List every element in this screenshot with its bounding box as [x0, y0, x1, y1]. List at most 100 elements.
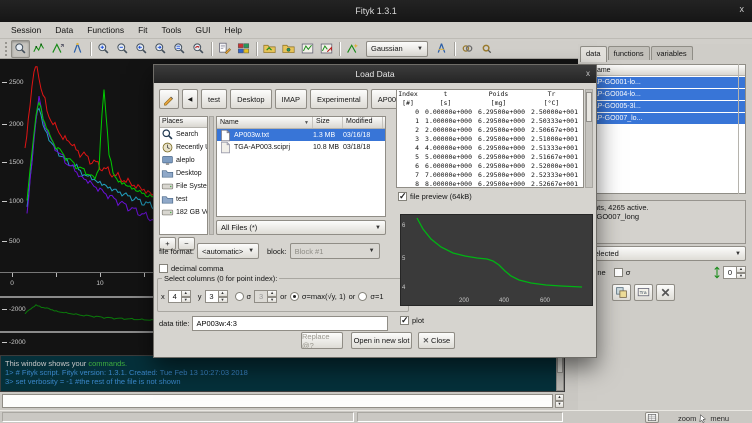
script-editor-button[interactable] [215, 40, 234, 58]
add-function-mode-button[interactable] [68, 40, 87, 58]
path-button-desktop[interactable]: Desktop [230, 89, 272, 109]
auto-add-peak-button[interactable] [343, 40, 362, 58]
copy-data-button[interactable] [612, 284, 631, 301]
x-column-stepper[interactable]: 4▲▼ [168, 290, 191, 303]
file-filter-dropdown[interactable]: All Files (*)▼ [216, 220, 386, 235]
places-scrollbar[interactable] [209, 116, 214, 235]
dialog-close-button[interactable]: x [586, 69, 590, 78]
path-button-experimental[interactable]: Experimental [310, 89, 368, 109]
place-test[interactable]: test [160, 193, 207, 206]
open-in-new-slot-button[interactable]: Open in new slot [351, 332, 412, 349]
preview-table-scrollbar[interactable] [585, 89, 593, 188]
command-console[interactable]: This window shows your commands.1> # Fit… [0, 355, 565, 392]
preview-table[interactable]: IndextPoidsTr [#][s][mg][°C] 00.00000e+0… [396, 89, 584, 188]
zoom-in-button[interactable] [94, 40, 113, 58]
dataset-row[interactable]: AP-GO007_lo... [581, 113, 745, 124]
menu-tools[interactable]: Tools [155, 23, 189, 37]
decimal-comma-checkbox[interactable] [159, 264, 168, 273]
preview-plot[interactable]: 654200400600 [400, 214, 593, 306]
column-size[interactable]: Size [313, 117, 343, 128]
place-search[interactable]: Search [160, 128, 207, 141]
history-up-icon[interactable]: ▲ [555, 394, 564, 401]
fit-run-button[interactable] [458, 40, 477, 58]
zoom-prev-y-button[interactable] [151, 40, 170, 58]
command-input[interactable] [2, 394, 553, 408]
transform-data-button[interactable]: Tra [634, 284, 653, 301]
file-row[interactable]: AP003w.txt1.3 MB03/16/18 [217, 129, 385, 141]
chevron-down-icon: ▼ [248, 248, 254, 254]
place-aleplo[interactable]: aleplo [160, 154, 207, 167]
menu-fit[interactable]: Fit [131, 23, 154, 37]
window-titlebar[interactable]: Fityk 1.3.1 x [0, 0, 752, 22]
dataset-row[interactable]: AP-GO005-3l... [581, 101, 745, 112]
window-close-button[interactable]: x [740, 4, 745, 14]
place-recently-u-[interactable]: Recently U... [160, 141, 207, 154]
fit-options-button[interactable] [477, 40, 496, 58]
column-name[interactable]: Name▼ [217, 117, 313, 128]
menu-session[interactable]: Session [4, 23, 48, 37]
replace-button[interactable]: Replace @? [301, 332, 343, 349]
dialog-titlebar[interactable]: Load Data x [154, 65, 596, 83]
sigma-column-radio[interactable] [235, 292, 244, 301]
sigma-one-radio[interactable] [358, 292, 367, 301]
menu-data[interactable]: Data [48, 23, 80, 37]
file-list[interactable]: Name▼ Size Modified AP003w.txt1.3 MB03/1… [216, 116, 386, 217]
preview-y-tick: 4 [402, 285, 405, 291]
command-history-spinner[interactable]: ▲▼ [555, 394, 564, 408]
dataset-row[interactable]: AP-GO004-lo... [581, 89, 745, 100]
x-tick-label: 0 [10, 280, 14, 287]
zoom-prev-x-icon [135, 42, 148, 55]
delete-data-button[interactable] [656, 284, 675, 301]
place-182-gb-vol-[interactable]: 182 GB Vol... [160, 206, 207, 219]
data-view-dropdown[interactable]: y selected▼ [580, 246, 746, 261]
zoom-mode-button[interactable] [11, 40, 30, 58]
path-button-test[interactable]: test [201, 89, 227, 109]
dataset-list[interactable]: # Name AP-GO001-lo...AP-GO004-lo...AP-GO… [580, 64, 746, 194]
load-data-button[interactable] [260, 40, 279, 58]
close-button[interactable]: ✕ Close [418, 332, 455, 349]
places-panel[interactable]: Places SearchRecently U...aleploDesktopF… [159, 116, 208, 235]
history-down-icon[interactable]: ▼ [555, 401, 564, 408]
place-file-system[interactable]: File System [160, 180, 207, 193]
zoom-out-button[interactable] [113, 40, 132, 58]
squares-icon [615, 286, 628, 299]
path-button-imap[interactable]: IMAP [275, 89, 307, 109]
path-back-button[interactable]: ◀ [182, 89, 198, 109]
file-preview-checkbox[interactable] [398, 192, 407, 201]
menu-functions[interactable]: Functions [80, 23, 131, 37]
dataset-list-header[interactable]: # Name [581, 65, 745, 76]
tab-data[interactable]: data [580, 46, 607, 62]
save-image-button[interactable] [317, 40, 336, 58]
menu-gui[interactable]: GUI [188, 23, 217, 37]
sigma-checkbox[interactable] [614, 268, 623, 277]
gui-settings-button[interactable] [234, 40, 253, 58]
tab-functions[interactable]: functions [608, 46, 650, 60]
data-title-input[interactable] [192, 316, 388, 331]
data-range-mode-button[interactable] [30, 40, 49, 58]
column-modified[interactable]: Modified [343, 117, 383, 128]
zoom-prev-x-button[interactable] [132, 40, 151, 58]
type-location-button[interactable] [159, 89, 179, 109]
zoom-all-button[interactable] [170, 40, 189, 58]
place-desktop[interactable]: Desktop [160, 167, 207, 180]
data-viewer-button[interactable] [298, 40, 317, 58]
execute-script-button[interactable] [279, 40, 298, 58]
add-peak-mode-button[interactable] [49, 40, 68, 58]
peak-type-dropdown[interactable]: Gaussian▼ [366, 41, 428, 57]
statusbar-coords-button[interactable] [645, 412, 659, 423]
plot-checkbox[interactable] [400, 316, 409, 325]
file-format-dropdown[interactable]: <automatic>▼ [197, 243, 259, 259]
dataset-row[interactable]: AP-GO001-lo... [581, 77, 745, 88]
file-row[interactable]: TGA-AP003.sciprj10.8 MB03/18/18 [217, 141, 385, 153]
stepper-down-icon[interactable]: ▼ [737, 273, 746, 280]
menu-help[interactable]: Help [218, 23, 249, 37]
fit-method-button[interactable] [432, 40, 451, 58]
file-icon [219, 141, 232, 154]
file-list-header[interactable]: Name▼ Size Modified [217, 117, 385, 129]
sigma-max-radio[interactable] [290, 292, 299, 301]
tab-variables[interactable]: variables [651, 46, 693, 60]
console-scrollbar[interactable] [556, 356, 564, 391]
y-column-stepper[interactable]: 3▲▼ [205, 290, 228, 303]
zoom-previous-button[interactable] [189, 40, 208, 58]
point-size-stepper[interactable]: 0 ▲▼ [723, 266, 746, 279]
